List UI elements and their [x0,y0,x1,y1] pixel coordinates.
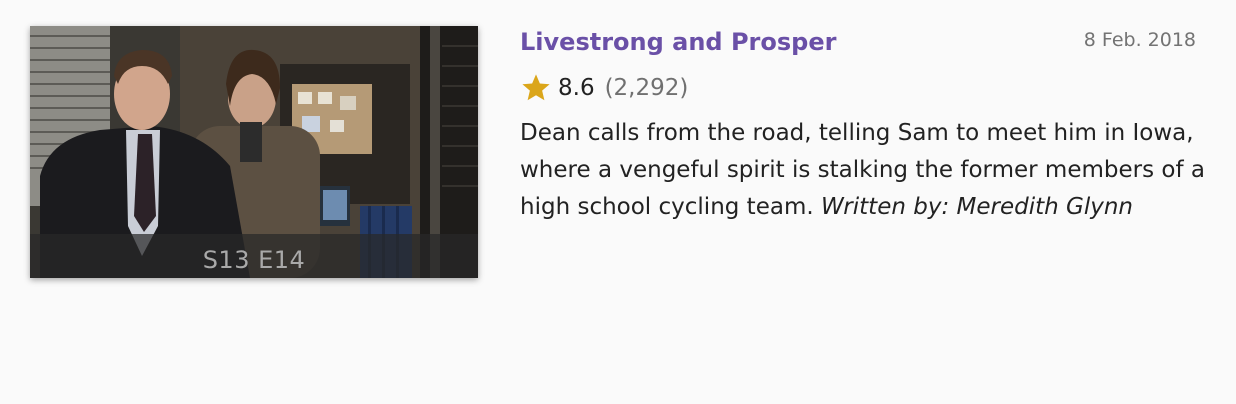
star-icon [522,74,550,101]
writer-credit: Written by: Meredith Glynn [821,194,1133,220]
air-date: 8 Feb. 2018 [1083,29,1196,51]
rating-count: (2,292) [604,75,689,101]
writer-name: Meredith Glynn [956,194,1133,220]
written-by-label: Written by: [820,194,950,220]
episode-description: Dean calls from the road, telling Sam to… [520,115,1210,226]
episode-thumbnail[interactable]: S13 E14 [30,26,478,278]
season-episode-label: S13 E14 [202,246,306,274]
rating: 8.6 (2,292) [520,71,688,105]
rating-value: 8.6 [558,75,595,101]
episode-title-link[interactable]: Livestrong and Prosper [520,28,836,56]
episode-card: S13 E14 Livestrong and Prosper 8 Feb. 20… [0,0,1236,404]
